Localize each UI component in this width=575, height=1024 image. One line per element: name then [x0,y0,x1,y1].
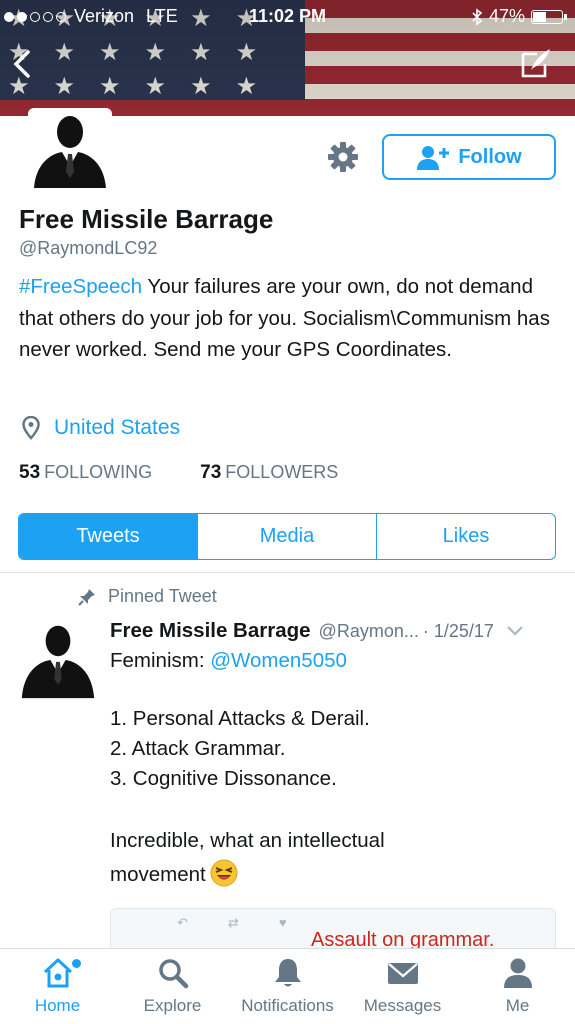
battery-icon [531,9,567,24]
bio-hashtag-link[interactable]: #FreeSpeech [19,275,142,298]
gear-icon [328,142,358,172]
tweet-avatar[interactable] [18,620,98,700]
tabbar-explore[interactable]: Explore [115,949,230,1024]
divider [0,572,575,573]
follow-label: Follow [458,145,522,168]
chevron-down-icon[interactable] [506,625,524,637]
tab-likes[interactable]: Likes [377,514,555,559]
profile-name: Free Missile Barrage [19,204,274,234]
search-icon [158,959,188,989]
following-stat[interactable]: 53 FOLLOWING [19,462,152,484]
like-icon: ♥ [278,915,287,930]
follow-button[interactable]: Follow [382,134,556,180]
tweet-text: Feminism: @Women5050 1. Personal Attacks… [110,646,550,892]
tweet-list-item: 2. Attack Grammar. [110,737,286,760]
laughing-emoji-icon [210,859,238,887]
add-user-icon [417,146,450,170]
avatar-silhouette-icon [34,116,106,188]
pinned-indicator: Pinned Tweet [78,586,217,607]
pin-icon [78,588,95,606]
tab-tweets[interactable]: Tweets [19,514,198,559]
bluetooth-icon [472,7,483,26]
profile-avatar[interactable] [28,108,112,192]
location-link[interactable]: United States [54,416,180,440]
profile-location: United States [22,416,180,440]
tweet-author-handle: @Raymon... [318,621,419,641]
envelope-icon [387,963,418,984]
tabbar-messages[interactable]: Messages [345,949,460,1024]
followers-stat[interactable]: 73 FOLLOWERS [200,462,338,484]
tabbar-home[interactable]: Home [0,949,115,1024]
follow-stats: 53 FOLLOWING 73 FOLLOWERS [19,462,338,484]
settings-button[interactable] [326,140,360,174]
bell-icon [274,959,301,987]
reply-icon: ↶ [177,915,188,930]
chevron-left-icon [13,50,30,78]
person-icon [503,958,532,988]
profile-bio: #FreeSpeech Your failures are your own, … [19,271,564,366]
mention-link[interactable]: @Women5050 [210,649,347,672]
compose-tweet-button[interactable] [519,46,553,80]
notification-dot [72,959,81,968]
tweet-header: Free Missile Barrage @Raymon... · 1/25/1… [110,619,565,643]
battery-percent: 47% [488,6,525,26]
pinned-label: Pinned Tweet [108,586,217,606]
tweet-list-item: 1. Personal Attacks & Derail. [110,707,370,730]
tab-media[interactable]: Media [198,514,377,559]
tweet-list-item: 3. Cognitive Dissonance. [110,767,337,790]
location-pin-icon [22,416,40,440]
profile-handle: @RaymondLC92 [19,238,158,258]
tweet-date: · 1/25/17 [422,621,494,641]
profile-tabs: Tweets Media Likes [18,513,556,560]
tabbar-me[interactable]: Me [460,949,575,1024]
bottom-tab-bar: Home Explore Notifications Messages Me [0,948,575,1024]
retweet-icon: ⇄ [227,915,239,930]
compose-icon [521,49,550,78]
tabbar-notifications[interactable]: Notifications [230,949,345,1024]
tweet-author-name[interactable]: Free Missile Barrage [110,619,311,643]
home-icon [43,958,72,988]
status-bar: Verizon LTE 11:02 PM 47% [0,0,575,34]
back-button[interactable] [8,46,38,82]
avatar-silhouette-icon [21,625,95,699]
